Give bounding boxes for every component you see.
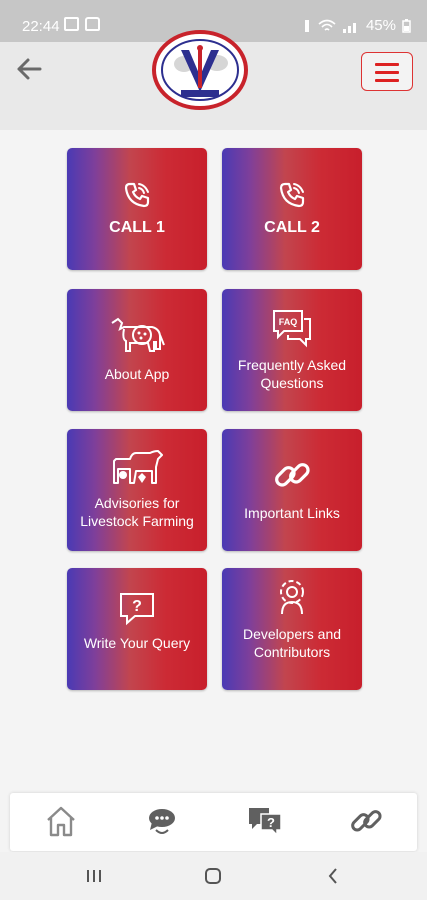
home-icon bbox=[47, 806, 75, 837]
link-icon bbox=[351, 810, 382, 832]
logo bbox=[152, 30, 248, 110]
app-notification-icon bbox=[85, 17, 100, 31]
tile-label: Write Your Query bbox=[83, 635, 191, 651]
svg-text:?: ? bbox=[132, 598, 142, 615]
write-query-tile[interactable]: ? Write Your Query bbox=[67, 568, 207, 690]
livestock-icon bbox=[113, 450, 163, 484]
recent-apps-button[interactable] bbox=[82, 865, 106, 887]
back-button[interactable] bbox=[14, 54, 44, 84]
faq-chat-icon: FAQ bbox=[273, 310, 311, 348]
call-2-tile[interactable]: CALL 2 bbox=[222, 148, 362, 270]
phone-call-icon bbox=[124, 182, 150, 208]
tile-label: Advisories for Livestock Farming bbox=[80, 495, 194, 529]
cow-icon bbox=[111, 317, 165, 352]
nav-links[interactable] bbox=[348, 803, 384, 839]
menu-button[interactable] bbox=[361, 52, 413, 91]
app-header bbox=[0, 30, 427, 130]
signal-icon bbox=[342, 22, 356, 33]
system-navigation-bar bbox=[0, 852, 427, 900]
nav-support[interactable] bbox=[144, 803, 180, 839]
home-circle-icon bbox=[205, 868, 221, 884]
battery-icon bbox=[402, 18, 411, 33]
bottom-navigation: ? bbox=[10, 793, 417, 851]
about-app-tile[interactable]: About App bbox=[67, 289, 207, 411]
arrow-left-icon bbox=[17, 58, 42, 80]
developers-tile[interactable]: Developers and Contributors bbox=[222, 568, 362, 690]
faq-tile[interactable]: FAQ Frequently Asked Questions bbox=[222, 289, 362, 411]
tile-label: Developers and Contributors bbox=[242, 626, 342, 660]
recent-apps-icon bbox=[87, 870, 101, 882]
faq-bubbles-icon: ? bbox=[249, 808, 282, 837]
phone-call-icon bbox=[279, 182, 305, 208]
tile-label: CALL 2 bbox=[264, 219, 320, 236]
tile-label: Frequently Asked Questions bbox=[237, 357, 347, 391]
chevron-left-icon bbox=[328, 868, 337, 884]
nav-faq[interactable]: ? bbox=[247, 803, 283, 839]
mute-icon bbox=[304, 19, 309, 32]
wifi-icon bbox=[318, 19, 336, 31]
svg-text:FAQ: FAQ bbox=[279, 317, 298, 327]
tile-label: About App bbox=[104, 366, 170, 382]
question-bubble-icon: ? bbox=[120, 593, 154, 626]
advisories-tile[interactable]: Advisories for Livestock Farming bbox=[67, 429, 207, 551]
link-icon bbox=[275, 463, 310, 487]
gallery-notification-icon bbox=[64, 17, 79, 31]
support-chat-icon bbox=[149, 809, 175, 834]
developer-gear-icon bbox=[280, 580, 304, 615]
hamburger-icon bbox=[375, 63, 399, 66]
svg-text:?: ? bbox=[267, 815, 275, 830]
tile-label: Important Links bbox=[244, 505, 340, 521]
tile-label: CALL 1 bbox=[109, 219, 165, 236]
status-time: 22:44 bbox=[22, 18, 60, 35]
call-1-tile[interactable]: CALL 1 bbox=[67, 148, 207, 270]
nav-home[interactable] bbox=[43, 803, 79, 839]
battery-percent: 45% bbox=[365, 17, 396, 34]
back-system-button[interactable] bbox=[321, 865, 345, 887]
home-system-button[interactable] bbox=[201, 865, 225, 887]
important-links-tile[interactable]: Important Links bbox=[222, 429, 362, 551]
